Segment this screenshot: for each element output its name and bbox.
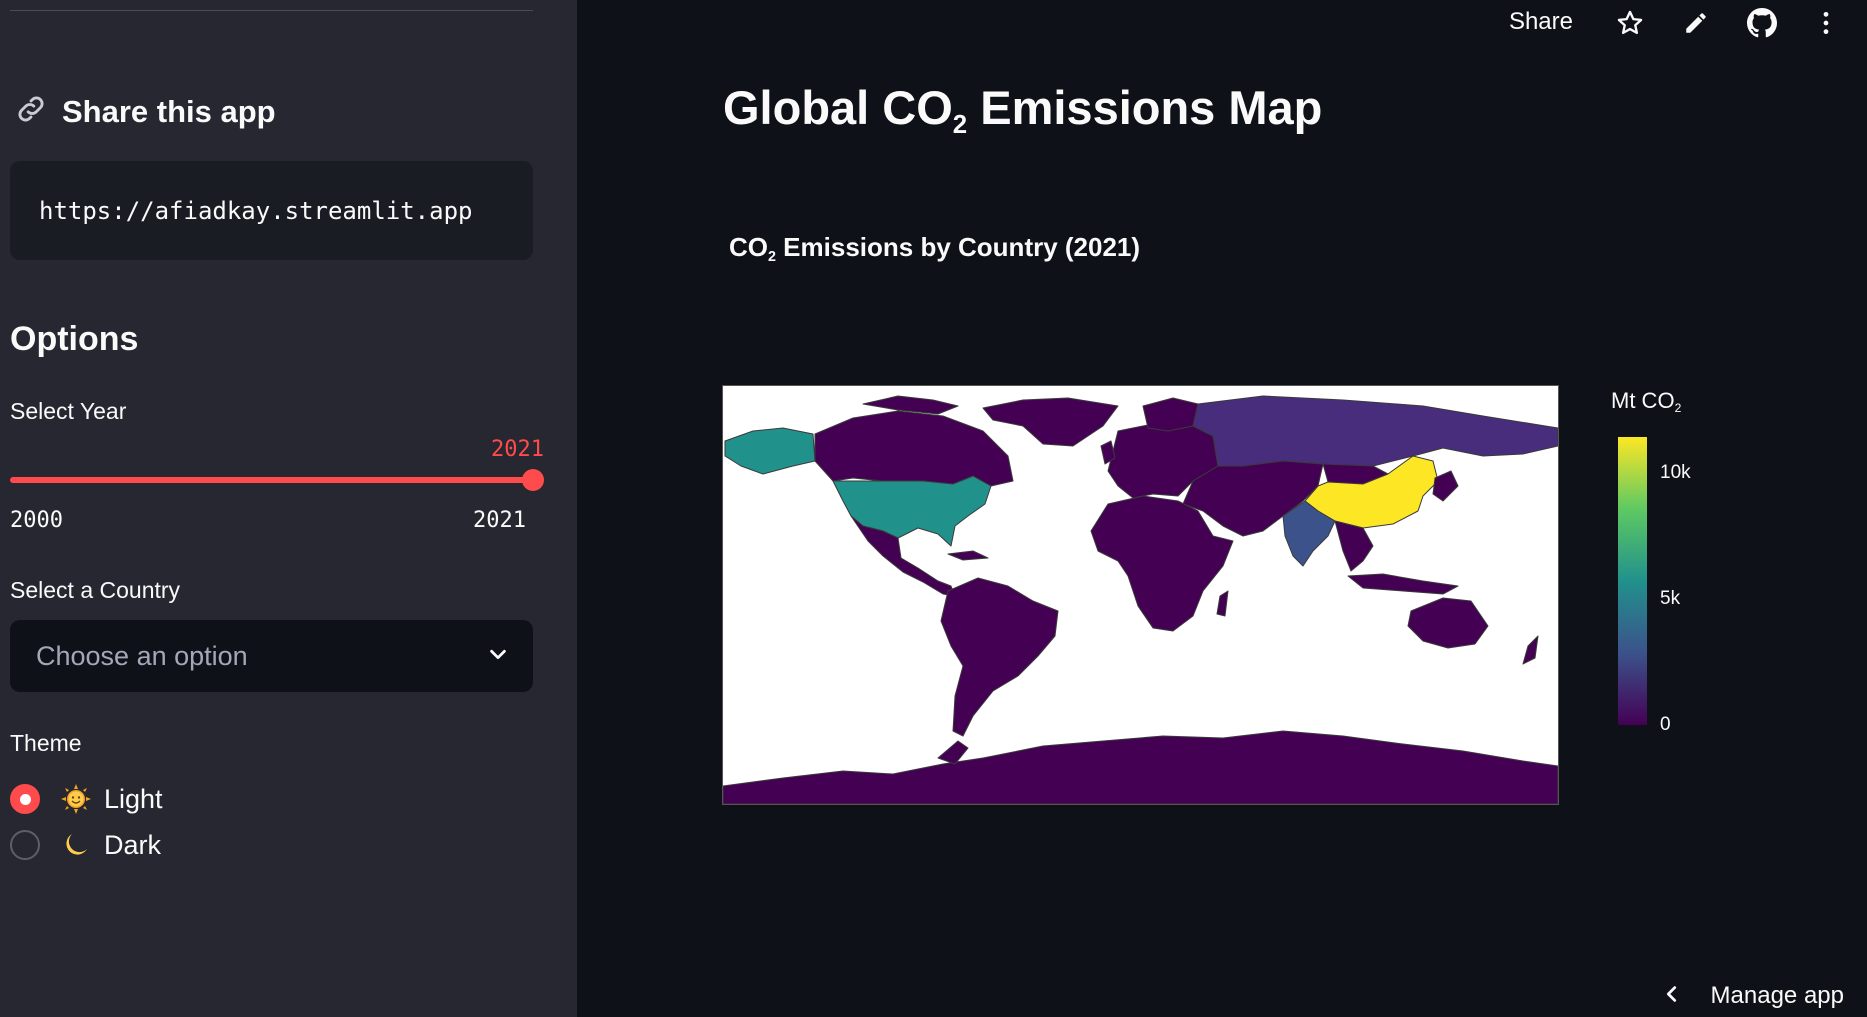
star-icon[interactable]	[1615, 8, 1645, 38]
country-alaska	[724, 427, 816, 475]
top-toolbar: Share	[1367, 0, 1867, 46]
country-madagascar	[1216, 590, 1229, 617]
radio-light[interactable]	[10, 784, 40, 814]
sidebar-divider	[10, 10, 533, 11]
sidebar: Share this app https://afiadkay.streamli…	[0, 0, 577, 1017]
year-label: Select Year	[10, 398, 127, 424]
crescent-moon-icon	[60, 829, 92, 861]
colorbar	[1618, 437, 1647, 725]
page-title: Global CO2 Emissions Map	[723, 81, 1323, 140]
theme-label: Theme	[10, 730, 82, 756]
country-label: Select a Country	[10, 577, 181, 603]
choropleth-map[interactable]	[722, 385, 1559, 805]
chevron-down-icon[interactable]	[487, 643, 509, 670]
country-caribbean	[947, 550, 989, 561]
colorbar-tick-0: 0	[1660, 714, 1671, 735]
theme-option-dark[interactable]: Dark	[10, 829, 161, 861]
country-usa	[832, 475, 992, 547]
country-indonesia	[1347, 573, 1459, 595]
slider-max: 2021	[473, 508, 526, 533]
colorbar-tick-5k: 5k	[1660, 588, 1681, 609]
country-antarctica	[723, 730, 1558, 804]
theme-option-light-label: Light	[104, 783, 163, 814]
slider-value: 2021	[491, 437, 544, 462]
theme-option-dark-label: Dark	[104, 829, 162, 860]
manage-app-label[interactable]: Manage app	[1711, 982, 1844, 1010]
share-heading-text: Share this app	[62, 93, 276, 129]
country-australia	[1407, 597, 1489, 649]
share-url-box[interactable]: https://afiadkay.streamlit.app	[10, 161, 533, 260]
country-scandinavia	[1142, 397, 1199, 432]
share-url-text[interactable]: https://afiadkay.streamlit.app	[39, 197, 472, 225]
options-heading: Options	[10, 320, 139, 358]
country-southeast-asia	[1334, 520, 1374, 572]
share-heading: Share this app	[14, 92, 276, 131]
country-greenland	[982, 397, 1119, 447]
chevron-left-icon[interactable]	[1661, 983, 1683, 1010]
year-slider-track[interactable]	[10, 477, 534, 483]
country-select-placeholder: Choose an option	[36, 640, 248, 671]
theme-option-light[interactable]: Light	[10, 783, 163, 815]
radio-dark[interactable]	[10, 830, 40, 860]
country-canada	[814, 410, 1014, 487]
link-icon	[14, 92, 48, 131]
country-canada-islands	[862, 395, 959, 415]
country-south-america	[940, 577, 1059, 737]
github-icon[interactable]	[1747, 8, 1777, 38]
country-select[interactable]: Choose an option	[10, 620, 533, 692]
share-button[interactable]: Share	[1509, 8, 1573, 36]
world-map-svg[interactable]	[723, 386, 1558, 804]
country-russia	[1192, 395, 1558, 467]
chart-title: CO2 Emissions by Country (2021)	[729, 232, 1141, 265]
sun-face-icon	[60, 783, 92, 815]
more-vertical-icon[interactable]	[1811, 8, 1841, 38]
country-new-zealand	[1522, 635, 1539, 665]
slider-min: 2000	[10, 508, 63, 533]
year-slider-thumb[interactable]	[522, 469, 544, 491]
manage-app-button[interactable]: Manage app	[1661, 982, 1844, 1010]
colorbar-title: Mt CO2	[1611, 388, 1682, 416]
pencil-icon[interactable]	[1681, 8, 1711, 38]
colorbar-tick-10k: 10k	[1660, 462, 1691, 483]
